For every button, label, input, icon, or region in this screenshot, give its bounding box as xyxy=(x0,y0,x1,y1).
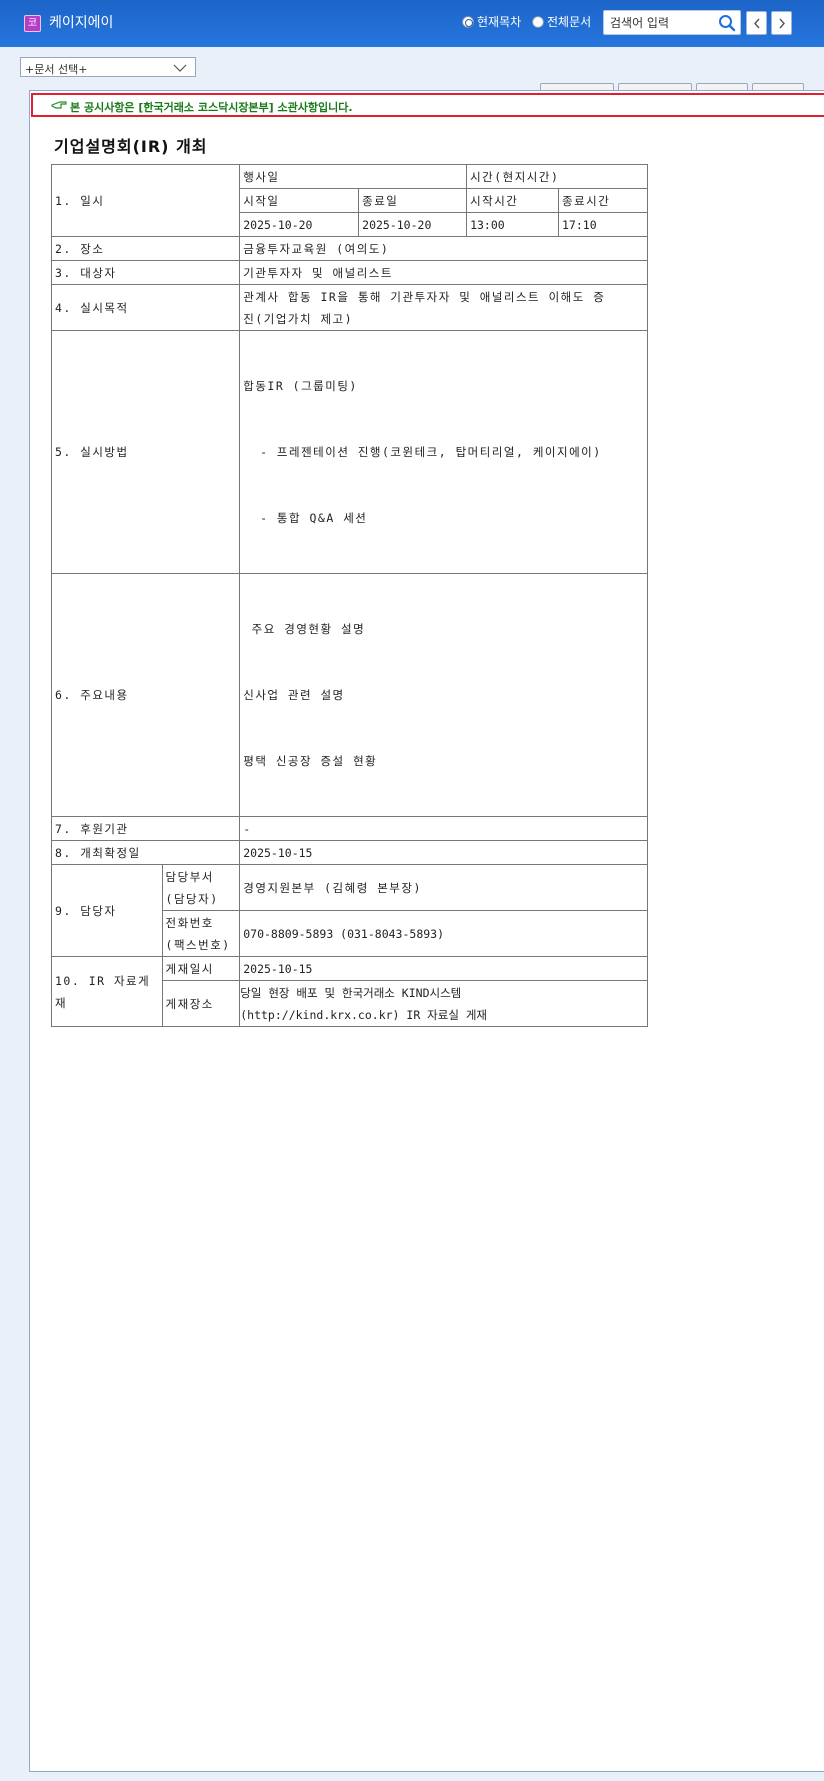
radio-current-toc-label: 현재목차 xyxy=(477,15,522,29)
notice-text: 본 공시사항은 [한국거래소 코스닥시장본부] 소관사항입니다. xyxy=(70,101,353,114)
top-header: 코 케이지에이 현재목차 전체문서 xyxy=(0,0,824,47)
company-name[interactable]: 케이지에이 xyxy=(49,12,113,32)
post-date-value: 2025-10-15 xyxy=(239,956,648,981)
row-label-contents: 6. 주요내용 xyxy=(50,573,241,817)
post-date-label: 게재일시 xyxy=(161,956,241,981)
start-date-label: 시작일 xyxy=(239,188,360,213)
document-select-value: +문서 선택+ xyxy=(25,63,88,76)
chevron-down-icon xyxy=(173,64,187,72)
radio-all-docs[interactable]: 전체문서 xyxy=(532,13,591,30)
purpose-line-1: 관계사 합동 IR을 통해 기관투자자 및 애널리스트 이해도 증 xyxy=(243,289,606,304)
row-label-confirmed-date: 8. 개최확정일 xyxy=(50,840,241,865)
start-date-value: 2025-10-20 xyxy=(239,212,360,237)
post-place-label: 게재장소 xyxy=(161,980,241,1027)
radio-current-toc-button[interactable] xyxy=(462,15,474,28)
prev-result-button[interactable] xyxy=(746,11,767,35)
method-line-2: - 프레젠테이션 진행(코윈테크, 탑머티리얼, 케이지에이) xyxy=(243,445,602,459)
company-icon: 코 xyxy=(24,15,41,32)
jurisdiction-notice: 본 공시사항은 [한국거래소 코스닥시장본부] 소관사항입니다. xyxy=(31,93,824,117)
document-select[interactable]: +문서 선택+ xyxy=(20,57,196,77)
local-time-header: 시간(현지시간) xyxy=(466,164,648,189)
venue-value: 금융투자교육원 (여의도) xyxy=(239,236,648,261)
search-input[interactable] xyxy=(610,14,710,32)
dept-label-line-1: 담당부서 xyxy=(165,869,214,884)
dept-value: 경영지원본부 (김혜령 본부장) xyxy=(239,864,648,911)
search-box[interactable] xyxy=(603,10,741,35)
post-place-value: 당일 현장 배포 및 한국거래소 KIND시스템 (http://kind.kr… xyxy=(239,980,648,1027)
phone-label: 전화번호 (팩스번호) xyxy=(161,910,241,957)
row-label-purpose: 4. 실시목적 xyxy=(50,284,241,331)
radio-all-docs-button[interactable] xyxy=(532,15,544,28)
radio-current-toc[interactable]: 현재목차 xyxy=(462,13,521,30)
row-label-venue: 2. 장소 xyxy=(50,236,241,261)
phone-label-line-1: 전화번호 xyxy=(165,915,214,930)
row-label-method: 5. 실시방법 xyxy=(50,330,241,574)
end-time-value: 17:10 xyxy=(558,212,648,237)
search-icon[interactable] xyxy=(718,14,736,32)
start-time-value: 13:00 xyxy=(466,212,559,237)
confirmed-date-value: 2025-10-15 xyxy=(239,840,648,865)
row-label-ir-materials: 10. IR 자료게재 xyxy=(51,956,163,1027)
method-value: 합동IR (그룹미팅) - 프레젠테이션 진행(코윈테크, 탑머티리얼, 케이지… xyxy=(239,330,648,574)
next-result-button[interactable] xyxy=(771,11,792,35)
post-place-line-2: (http://kind.krx.co.kr) IR 자료실 게재 xyxy=(240,1007,487,1022)
dept-label: 담당부서 (담당자) xyxy=(161,864,241,911)
contents-line-1: 주요 경영현황 설명 xyxy=(243,622,366,636)
purpose-value: 관계사 합동 IR을 통해 기관투자자 및 애널리스트 이해도 증 진(기업가치… xyxy=(239,284,648,331)
sponsor-value: - xyxy=(239,816,648,841)
document-title: 기업설명회(IR) 개최 xyxy=(54,137,208,156)
contents-line-3: 평택 신공장 증설 현황 xyxy=(243,754,378,768)
ir-details-table: 1. 일시 행사일 시간(현지시간) 시작일 종료일 시작시간 종료시간 202… xyxy=(50,164,648,1027)
row-label-datetime: 1. 일시 xyxy=(50,164,241,237)
event-date-header: 행사일 xyxy=(239,164,468,189)
method-line-3: - 통합 Q&A 세션 xyxy=(243,511,368,525)
row-label-contact: 9. 담당자 xyxy=(51,864,163,957)
row-label-audience: 3. 대상자 xyxy=(50,260,241,285)
row-label-sponsor: 7. 후원기관 xyxy=(50,816,241,841)
purpose-line-2: 진(기업가치 제고) xyxy=(243,311,354,326)
phone-value: 070-8809-5893 (031-8043-5893) xyxy=(239,910,648,957)
chevron-left-icon xyxy=(754,18,760,29)
phone-label-line-2: (팩스번호) xyxy=(165,937,231,952)
audience-value: 기관투자자 및 애널리스트 xyxy=(239,260,648,285)
end-date-label: 종료일 xyxy=(358,188,468,213)
dept-label-line-2: (담당자) xyxy=(165,891,219,906)
chevron-right-icon xyxy=(779,18,785,29)
pointing-hand-icon xyxy=(51,101,67,109)
end-time-label: 종료시간 xyxy=(558,188,648,213)
end-date-value: 2025-10-20 xyxy=(358,212,468,237)
contents-line-2: 신사업 관련 설명 xyxy=(243,688,345,702)
post-place-line-1: 당일 현장 배포 및 한국거래소 KIND시스템 xyxy=(240,985,462,1000)
start-time-label: 시작시간 xyxy=(466,188,559,213)
radio-all-docs-label: 전체문서 xyxy=(547,15,592,29)
method-line-1: 합동IR (그룹미팅) xyxy=(243,379,358,393)
contents-value: 주요 경영현황 설명 신사업 관련 설명 평택 신공장 증설 현황 xyxy=(239,573,648,817)
